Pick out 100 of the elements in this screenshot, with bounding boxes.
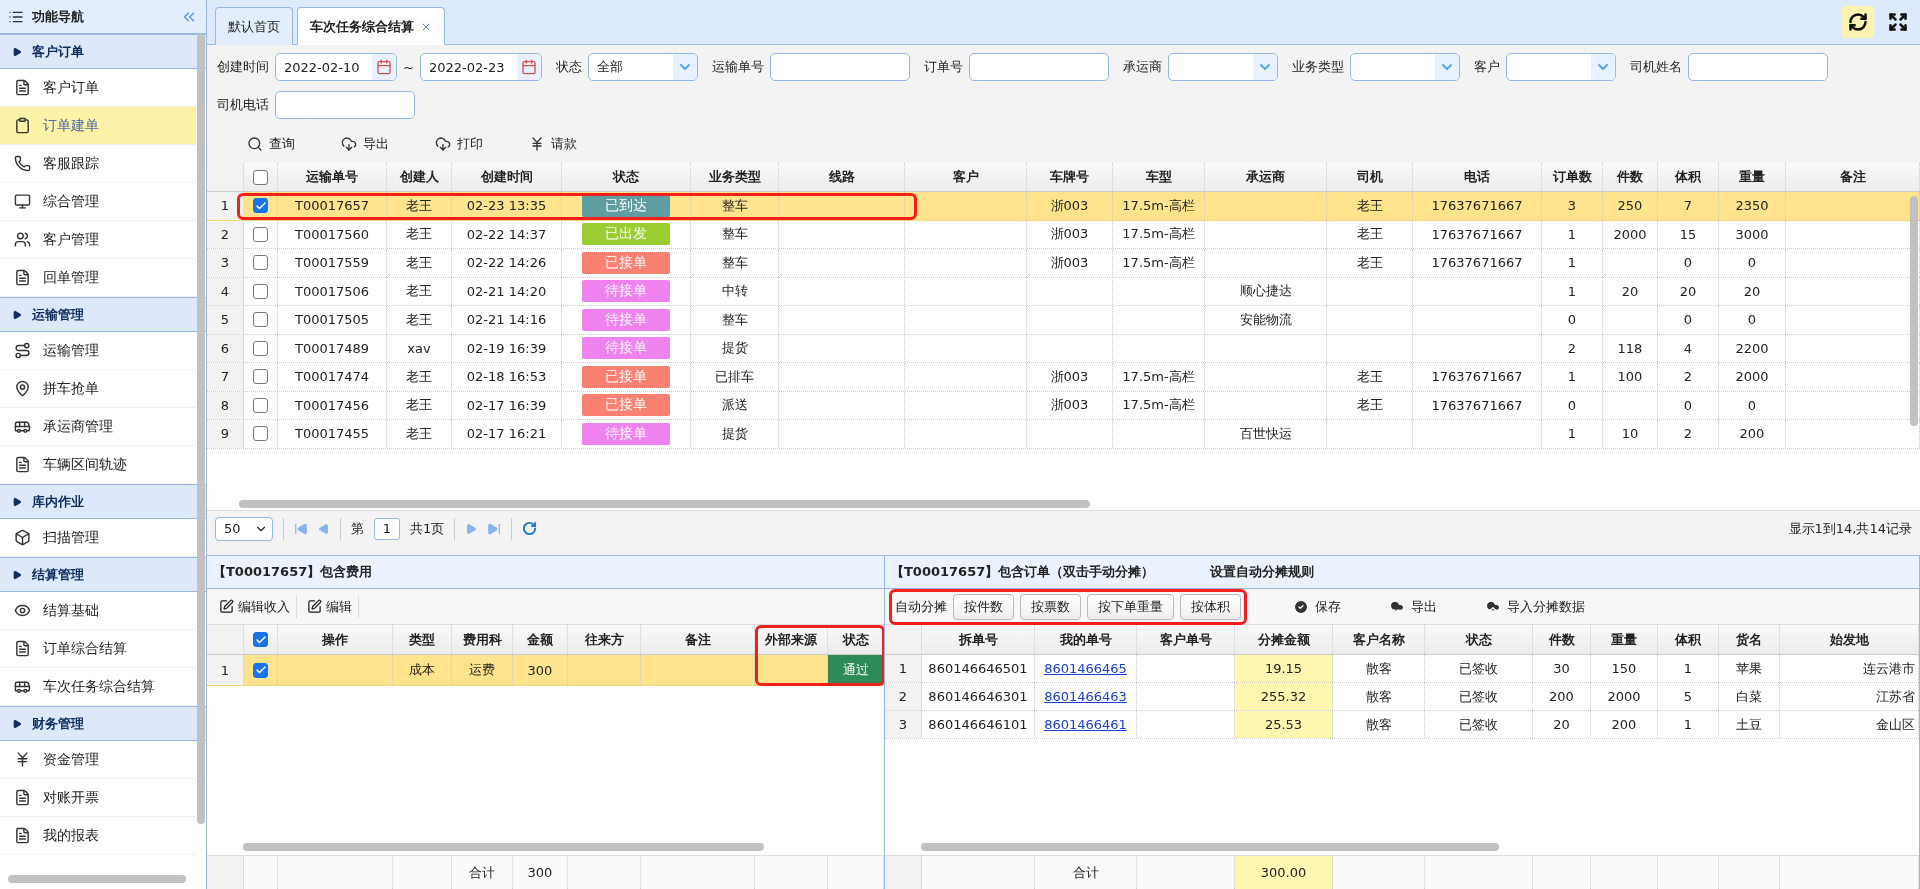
column-header[interactable]: 件数 xyxy=(1617,168,1643,186)
column-header[interactable]: 客户单号 xyxy=(1159,630,1212,649)
page-size-select[interactable]: 50 xyxy=(215,516,273,541)
table-row[interactable]: 5 T00017505 老王 02-21 14:16 待接单 整车 安能物流 0 0 0 xyxy=(207,306,1920,335)
order-link[interactable]: 8601466461 xyxy=(1044,717,1127,732)
toolbar-button[interactable]: 编辑收入 xyxy=(213,595,297,618)
column-header[interactable]: 车型 xyxy=(1145,168,1172,186)
checkbox[interactable] xyxy=(253,662,268,678)
column-header[interactable]: 操作 xyxy=(322,630,348,649)
table-row[interactable]: 1 860146646501 8601466465 19.15 散客 已签收 30 150 1 苹果 连云港市 xyxy=(885,655,1919,683)
checkbox[interactable] xyxy=(253,426,268,442)
column-header[interactable]: 承运商 xyxy=(1246,168,1285,186)
toolbar-button[interactable]: 导出 xyxy=(1389,597,1437,616)
column-header[interactable]: 金额 xyxy=(527,630,553,649)
column-header[interactable]: 状态 xyxy=(842,630,869,649)
column-header[interactable]: 货名 xyxy=(1736,630,1762,649)
column-header[interactable]: 创建人 xyxy=(399,168,439,186)
checkbox[interactable] xyxy=(253,632,268,647)
refresh-button[interactable] xyxy=(1842,6,1874,38)
nav-group-header[interactable]: 运输管理 xyxy=(0,297,206,332)
select-field[interactable] xyxy=(1505,53,1616,81)
column-header[interactable]: 重量 xyxy=(1739,168,1765,186)
toolbar-button[interactable]: 保存 xyxy=(1293,597,1341,616)
column-header[interactable]: 备注 xyxy=(684,630,711,649)
table-row[interactable]: 2 860146646301 8601466463 255.32 散客 已签收 200 2000 5 白菜 江苏省 xyxy=(885,683,1919,711)
table-row[interactable]: 4 T00017506 老王 02-21 14:20 待接单 中转 顺心捷达 1 20 20 20 xyxy=(207,277,1920,306)
column-header[interactable]: 拆单号 xyxy=(958,630,998,649)
table-row[interactable]: 1 T00017657 老王 02-23 13:35 已到达 整车 浙003 17.5m-高栏 老王 17637671667 3 250 7 2350 xyxy=(207,192,1920,221)
toolbar-button[interactable]: 导出 xyxy=(341,135,389,153)
column-header[interactable]: 业务类型 xyxy=(708,168,761,186)
column-header[interactable]: 状态 xyxy=(1465,630,1492,649)
split-button[interactable]: 按下单重量 xyxy=(1087,593,1174,620)
column-header[interactable]: 往来方 xyxy=(584,630,624,649)
nav-group-header[interactable]: 财务管理 xyxy=(0,706,206,741)
column-header[interactable]: 运输单号 xyxy=(306,168,358,186)
select-field[interactable]: 全部 xyxy=(587,53,698,81)
date-field[interactable]: 2022-02-23 xyxy=(419,53,542,81)
input-field[interactable] xyxy=(769,53,910,81)
nav-group-header[interactable]: 客户订单 xyxy=(0,34,206,69)
column-header[interactable]: 体积 xyxy=(1675,630,1701,649)
nav-item[interactable]: 订单建单 xyxy=(0,107,196,145)
table-row[interactable]: 9 T00017455 老王 02-17 16:21 待接单 提货 百世快运 1 10 2 200 xyxy=(207,420,1920,449)
select-field[interactable] xyxy=(1167,53,1278,81)
input-field[interactable] xyxy=(1687,53,1828,81)
rule-link[interactable]: 设置自动分摊规则 xyxy=(1210,563,1315,581)
column-header[interactable]: 司机 xyxy=(1356,168,1383,186)
checkbox[interactable] xyxy=(253,397,268,413)
toolbar-button[interactable]: 查询 xyxy=(247,135,295,153)
column-header[interactable]: 件数 xyxy=(1548,630,1575,649)
order-link[interactable]: 8601466463 xyxy=(1044,689,1127,704)
toolbar-button[interactable]: 编辑 xyxy=(301,595,359,618)
column-header[interactable]: 订单数 xyxy=(1552,168,1592,186)
column-header[interactable]: 车牌号 xyxy=(1050,168,1089,186)
column-header[interactable]: 客户 xyxy=(952,168,979,186)
table-row[interactable]: 3 860146646101 8601466461 25.53 散客 已签收 20 200 1 土豆 金山区 xyxy=(885,711,1919,739)
checkbox[interactable] xyxy=(253,340,268,356)
checkbox[interactable] xyxy=(253,169,268,185)
toolbar-button[interactable]: 请款 xyxy=(529,135,577,153)
column-header[interactable]: 类型 xyxy=(409,630,435,649)
column-header[interactable]: 体积 xyxy=(1675,168,1701,186)
column-header[interactable]: 创建时间 xyxy=(480,168,533,186)
table-row[interactable]: 8 T00017456 老王 02-17 16:39 已接单 派送 浙003 17.5m-高栏 老王 17637671667 0 0 0 xyxy=(207,391,1920,420)
order-link[interactable]: 8601466465 xyxy=(1044,661,1127,676)
table-row[interactable]: 1 成本 运费 300 通过 xyxy=(207,655,884,686)
nav-group-header[interactable]: 结算管理 xyxy=(0,557,206,592)
split-button[interactable]: 按体积 xyxy=(1180,593,1241,620)
tab[interactable]: 车次任务综合结算 xyxy=(297,7,445,45)
refresh-icon[interactable] xyxy=(522,521,538,536)
input-field[interactable] xyxy=(968,53,1109,81)
table-row[interactable]: 7 T00017474 老王 02-18 16:53 已接单 已排车 浙003 17.5m-高栏 老王 17637671667 1 100 2 2000 xyxy=(207,363,1920,392)
table-row[interactable]: 3 T00017559 老王 02-22 14:26 已接单 整车 浙003 17.5m-高栏 老王 17637671667 1 0 0 xyxy=(207,249,1920,278)
column-header[interactable]: 客户名称 xyxy=(1352,630,1405,649)
table-row[interactable]: 2 T00017560 老王 02-22 14:37 已出发 整车 浙003 17.5m-高栏 老王 17637671667 1 2000 15 3000 xyxy=(207,220,1920,249)
page-input[interactable]: 1 xyxy=(374,517,400,540)
split-button[interactable]: 按票数 xyxy=(1020,593,1081,620)
checkbox[interactable] xyxy=(253,226,268,242)
toolbar-button[interactable]: 打印 xyxy=(435,135,483,153)
column-header[interactable]: 电话 xyxy=(1464,168,1490,186)
column-header[interactable]: 状态 xyxy=(613,168,639,186)
checkbox[interactable] xyxy=(253,369,268,385)
date-field[interactable]: 2022-02-10 xyxy=(275,53,397,81)
checkbox[interactable] xyxy=(253,312,268,328)
toolbar-button[interactable]: 导入分摊数据 xyxy=(1485,597,1585,616)
select-field[interactable] xyxy=(1349,53,1460,81)
column-header[interactable]: 重量 xyxy=(1611,630,1637,649)
checkbox[interactable] xyxy=(253,283,268,299)
column-header[interactable]: 外部来源 xyxy=(765,630,817,649)
input-field[interactable] xyxy=(275,91,415,119)
column-header[interactable]: 费用科 xyxy=(462,630,502,649)
checkbox[interactable] xyxy=(253,198,268,214)
tab[interactable]: 默认首页 xyxy=(215,7,293,45)
column-header[interactable]: 我的单号 xyxy=(1059,630,1112,649)
column-header[interactable]: 线路 xyxy=(828,168,855,186)
column-header[interactable]: 分摊金额 xyxy=(1257,630,1310,649)
table-row[interactable]: 6 T00017489 xav 02-19 16:39 待接单 提货 2 118 4 2200 xyxy=(207,334,1920,363)
checkbox[interactable] xyxy=(253,255,268,271)
column-header[interactable]: 始发地 xyxy=(1829,630,1869,649)
column-header[interactable]: 备注 xyxy=(1839,168,1866,186)
nav-group-header[interactable]: 库内作业 xyxy=(0,484,206,519)
split-button[interactable]: 按件数 xyxy=(953,593,1014,620)
